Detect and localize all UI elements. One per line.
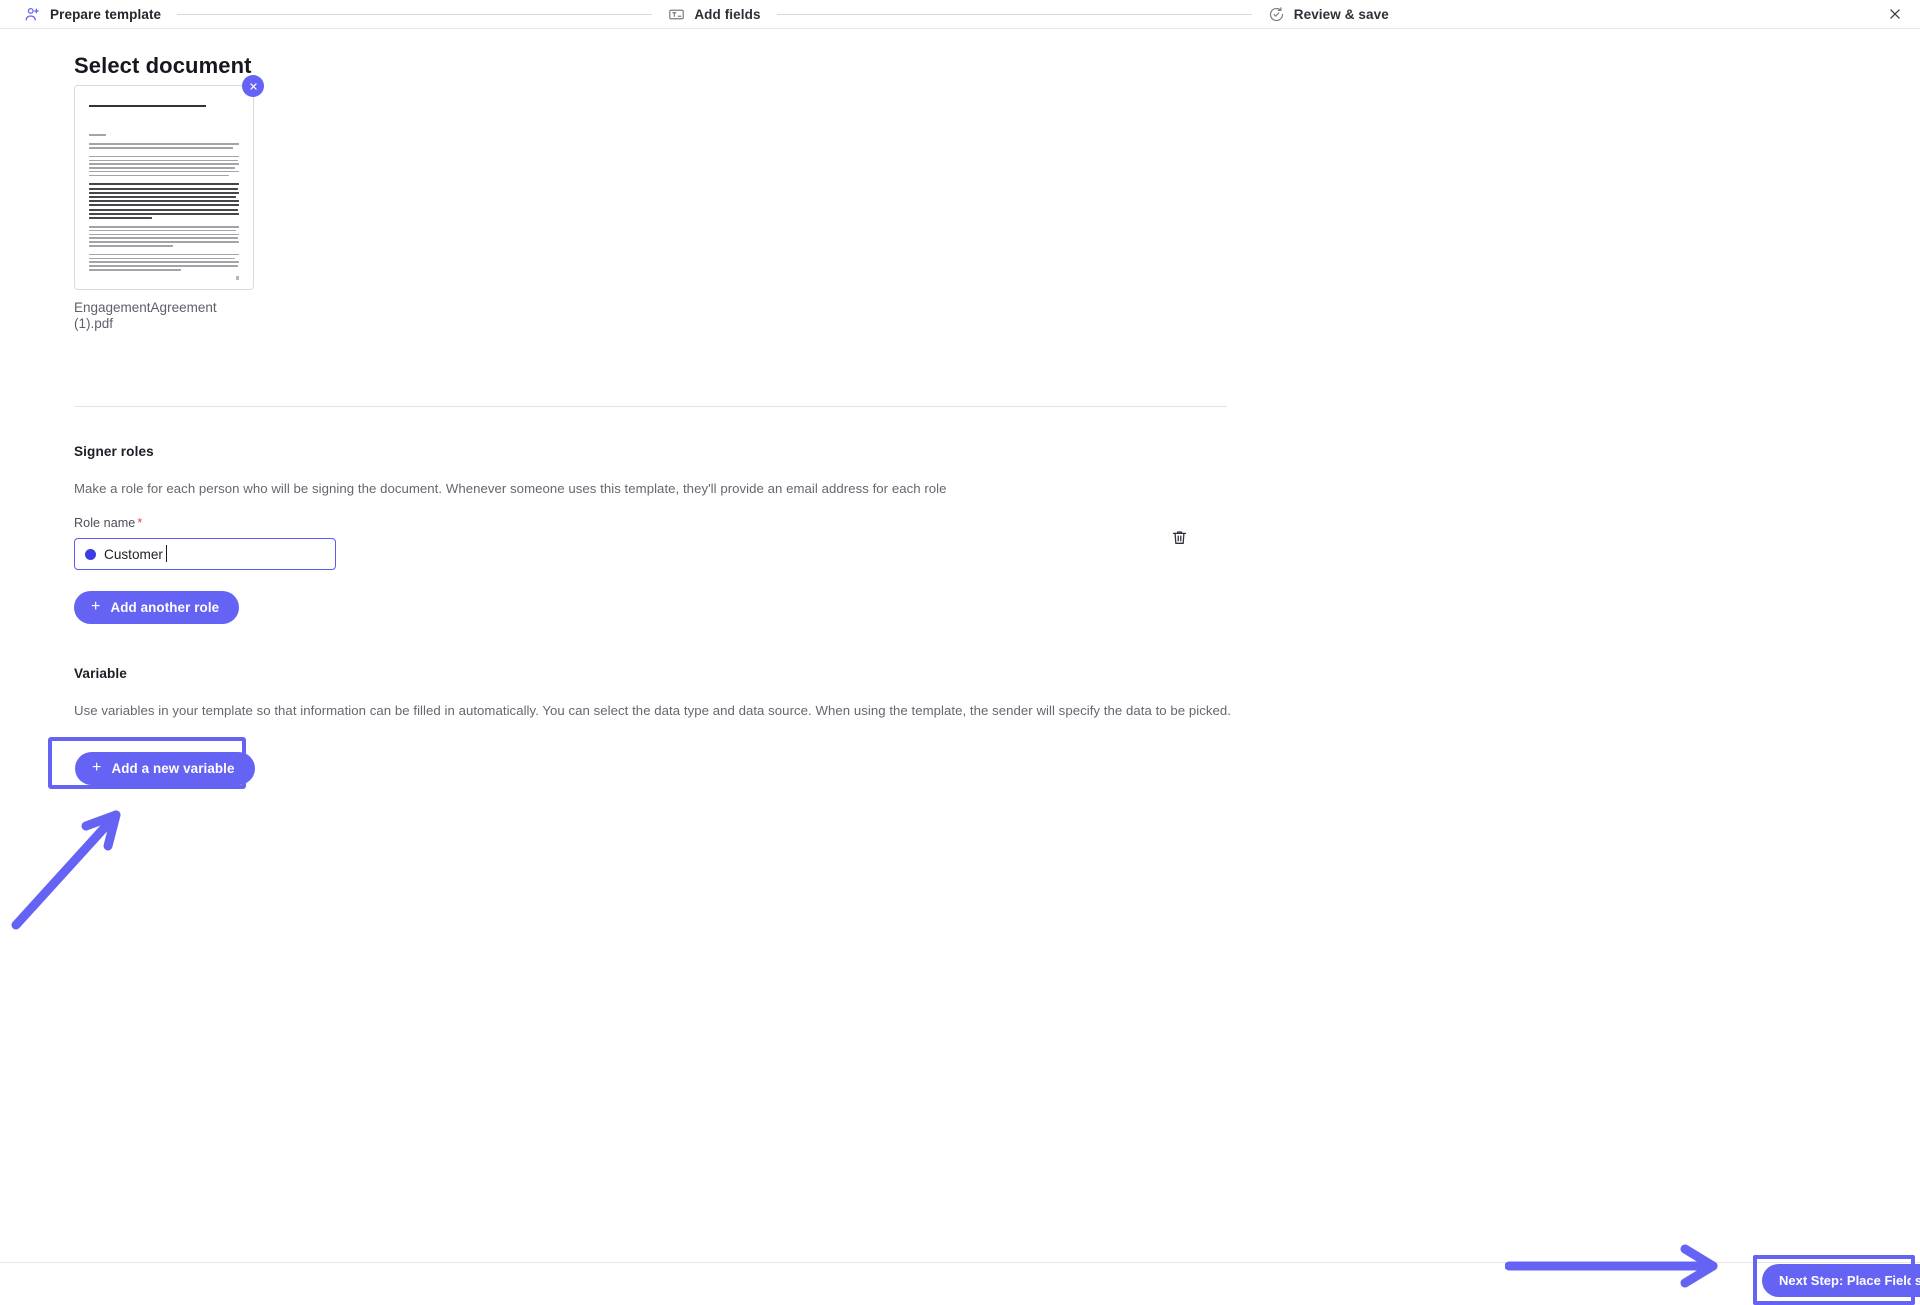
- variable-title: Variable: [74, 666, 127, 681]
- editor-footer: [0, 1262, 1920, 1291]
- step-label: Add fields: [694, 6, 761, 22]
- step-review-save[interactable]: Review & save: [1268, 6, 1413, 23]
- plus-icon: +: [92, 759, 102, 776]
- stepper-connector-1: [177, 13, 653, 15]
- required-marker: *: [137, 516, 143, 530]
- variable-description: Use variables in your template so that i…: [74, 703, 1231, 718]
- add-new-variable-button[interactable]: + Add a new variable: [75, 752, 255, 785]
- role-name-label-text: Role name: [74, 516, 136, 530]
- signer-roles-title: Signer roles: [74, 444, 154, 459]
- document-filename-line1: EngagementAgreement: [74, 300, 217, 315]
- signer-roles-section: Signer roles Make a role for each person…: [74, 444, 1234, 496]
- role-name-value: Customer: [104, 544, 167, 562]
- step-prepare-template[interactable]: Prepare template: [0, 6, 161, 23]
- role-row: Role name * Customer: [74, 516, 1234, 570]
- review-check-icon: [1268, 6, 1285, 23]
- plus-icon: +: [91, 598, 101, 615]
- page-title: Select document: [74, 53, 252, 78]
- document-filename-line2: (1).pdf: [74, 315, 114, 331]
- document-thumbnail[interactable]: [74, 85, 254, 290]
- section-divider: [74, 406, 1227, 407]
- role-name-label: Role name *: [74, 516, 1234, 530]
- variable-section: Variable Use variables in your template …: [74, 666, 1254, 718]
- people-add-icon: [24, 6, 41, 23]
- add-another-role-button[interactable]: + Add another role: [74, 591, 240, 624]
- stepper-connector-2: [776, 13, 1252, 15]
- role-name-input[interactable]: Customer: [74, 538, 336, 570]
- signer-roles-description: Make a role for each person who will be …: [74, 481, 947, 496]
- step-label: Review & save: [1293, 6, 1389, 22]
- add-another-role-label: Add another role: [110, 600, 220, 615]
- close-icon[interactable]: [1882, 1, 1908, 27]
- document-filename: EngagementAgreement (1).pdf: [74, 300, 249, 332]
- role-color-dot: [85, 548, 96, 560]
- step-add-fields[interactable]: Add fields: [668, 6, 760, 23]
- remove-document-icon[interactable]: [242, 75, 264, 97]
- wizard-stepper: Prepare template Add fields Review & sav…: [0, 0, 1920, 29]
- next-step-place-fields-button[interactable]: Next Step: Place Fields: [1762, 1264, 1920, 1297]
- text-field-icon: [668, 6, 685, 23]
- selected-document: EngagementAgreement (1).pdf: [74, 75, 264, 332]
- document-preview-page: [75, 86, 253, 289]
- add-new-variable-label: Add a new variable: [111, 761, 235, 776]
- step-label: Prepare template: [50, 6, 162, 22]
- annotation-arrow-to-add-variable: [11, 810, 121, 930]
- template-editor-body: Select document EngagementAgreement (1).…: [0, 29, 1920, 1262]
- delete-role-icon[interactable]: [1166, 524, 1192, 550]
